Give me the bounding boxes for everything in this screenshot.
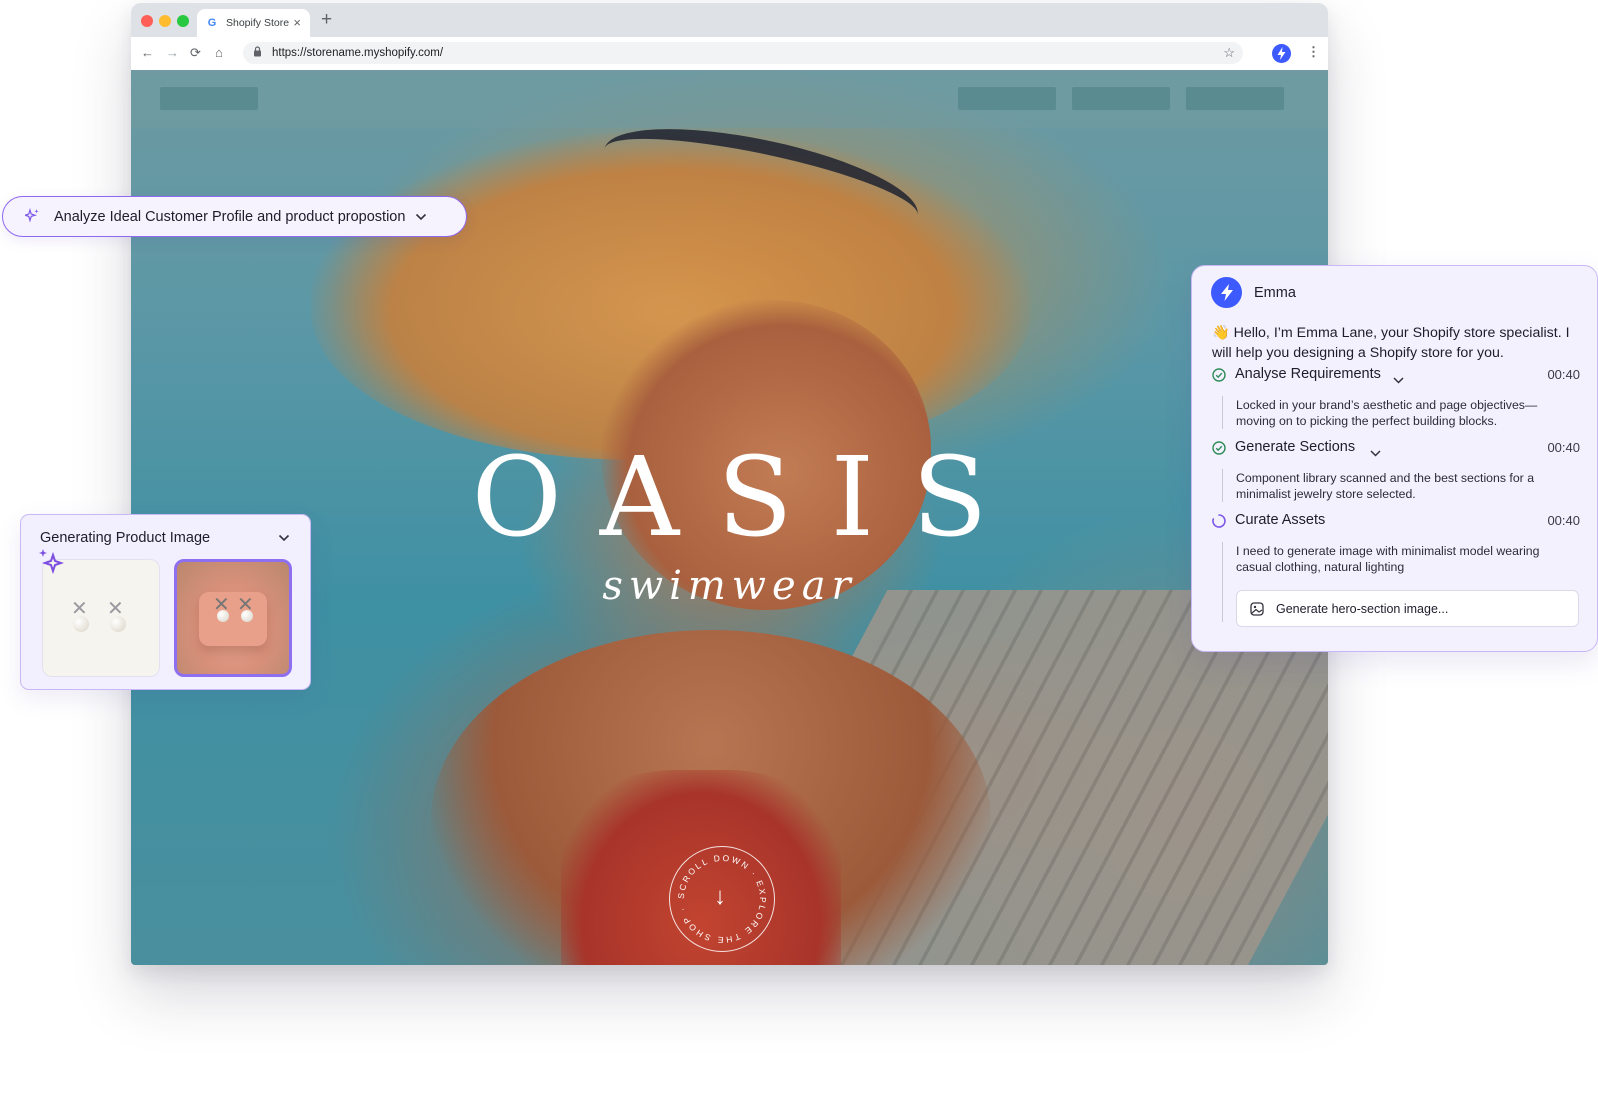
sparkle-icon: [23, 207, 40, 226]
image-icon: [1250, 601, 1264, 616]
check-circle-icon: [1212, 441, 1226, 455]
close-window-button[interactable]: [141, 15, 153, 27]
step-label: Curate Assets: [1235, 512, 1326, 528]
chevron-down-icon[interactable]: [1393, 371, 1404, 389]
step-description: Component library scanned and the best s…: [1236, 471, 1535, 501]
assistant-name: Emma: [1254, 285, 1296, 301]
address-bar[interactable]: https://storename.myshopify.com/ ☆: [243, 42, 1243, 64]
loading-spinner-icon: [1212, 514, 1226, 528]
step-label: Analyse Requirements: [1235, 366, 1381, 382]
step-description: Locked in your brand’s aesthetic and pag…: [1236, 398, 1538, 428]
chevron-down-icon[interactable]: [278, 531, 290, 545]
product-image-panel: Generating Product Image ✕ ✕ ✕ ✕: [20, 514, 311, 690]
step-curate-assets[interactable]: Curate Assets 00:40: [1212, 512, 1580, 532]
url-text: https://storename.myshopify.com/: [272, 47, 444, 59]
pink-cushion-image: [199, 592, 267, 646]
extension-icon[interactable]: [1272, 44, 1291, 63]
forward-arrow-icon[interactable]: →: [166, 45, 179, 60]
step-description: I need to generate image with minimalist…: [1236, 544, 1540, 574]
step-time: 00:40: [1547, 440, 1580, 455]
scroll-down-button[interactable]: SCROLL DOWN · EXPLORE THE SHOP · ↓: [669, 846, 775, 952]
maximize-window-button[interactable]: [177, 15, 189, 27]
lock-icon: [253, 46, 262, 60]
step-analyse-requirements[interactable]: Analyse Requirements 00:40: [1212, 366, 1580, 386]
chevron-down-icon[interactable]: [1370, 444, 1381, 462]
step-divider: [1222, 542, 1223, 622]
step-divider: [1222, 469, 1223, 502]
store-header-skeleton: [131, 70, 1328, 128]
down-arrow-icon: ↓: [714, 883, 726, 910]
browser-menu-icon[interactable]: ⋮: [1307, 44, 1320, 60]
tab-bar: G Shopify Store × +: [131, 3, 1328, 37]
header-button-placeholder: [1072, 87, 1170, 110]
pearl-earring-image: [73, 616, 89, 632]
browser-window: G Shopify Store × + ← → ⟳ ⌂ https://stor…: [131, 3, 1328, 965]
product-image-panel-title: Generating Product Image: [40, 530, 211, 546]
assistant-avatar: [1211, 277, 1242, 308]
pearl-earring-image: [217, 610, 229, 622]
home-icon[interactable]: ⌂: [215, 45, 223, 60]
browser-tab[interactable]: G Shopify Store ×: [197, 9, 310, 37]
header-button-placeholder: [1186, 87, 1284, 110]
bookmark-star-icon[interactable]: ☆: [1223, 45, 1235, 61]
product-image-thumbnail-generated[interactable]: ✕ ✕: [174, 559, 292, 677]
step-generate-sections[interactable]: Generate Sections 00:40: [1212, 439, 1580, 459]
tab-title: Shopify Store: [226, 17, 290, 29]
task-pill[interactable]: Analyze Ideal Customer Profile and produ…: [2, 196, 467, 237]
header-logo-placeholder: [160, 87, 258, 110]
close-tab-icon[interactable]: ×: [293, 15, 301, 30]
generate-hero-image-label: Generate hero-section image...: [1276, 601, 1449, 616]
assistant-greeting: 👋 Hello, I’m Emma Lane, your Shopify sto…: [1212, 325, 1570, 361]
generate-hero-image-action[interactable]: Generate hero-section image...: [1236, 590, 1579, 627]
assistant-panel: Emma 👋 Hello, I’m Emma Lane, your Shopif…: [1191, 265, 1598, 652]
pearl-earring-image: [241, 610, 253, 622]
step-label: Generate Sections: [1235, 439, 1356, 455]
step-time: 00:40: [1547, 513, 1580, 528]
back-arrow-icon[interactable]: ←: [141, 45, 154, 60]
chevron-down-icon[interactable]: [415, 210, 427, 224]
header-button-placeholder: [958, 87, 1056, 110]
reload-icon[interactable]: ⟳: [190, 45, 201, 61]
google-favicon-icon: G: [207, 17, 217, 29]
step-divider: [1222, 396, 1223, 429]
pearl-earring-image: [110, 616, 126, 632]
step-time: 00:40: [1547, 367, 1580, 382]
check-circle-icon: [1212, 368, 1226, 382]
new-tab-button[interactable]: +: [321, 9, 332, 31]
browser-toolbar: ← → ⟳ ⌂ https://storename.myshopify.com/…: [131, 37, 1328, 71]
minimize-window-button[interactable]: [159, 15, 171, 27]
sparkle-icon: [38, 548, 65, 580]
task-pill-label: Analyze Ideal Customer Profile and produ…: [54, 208, 406, 225]
